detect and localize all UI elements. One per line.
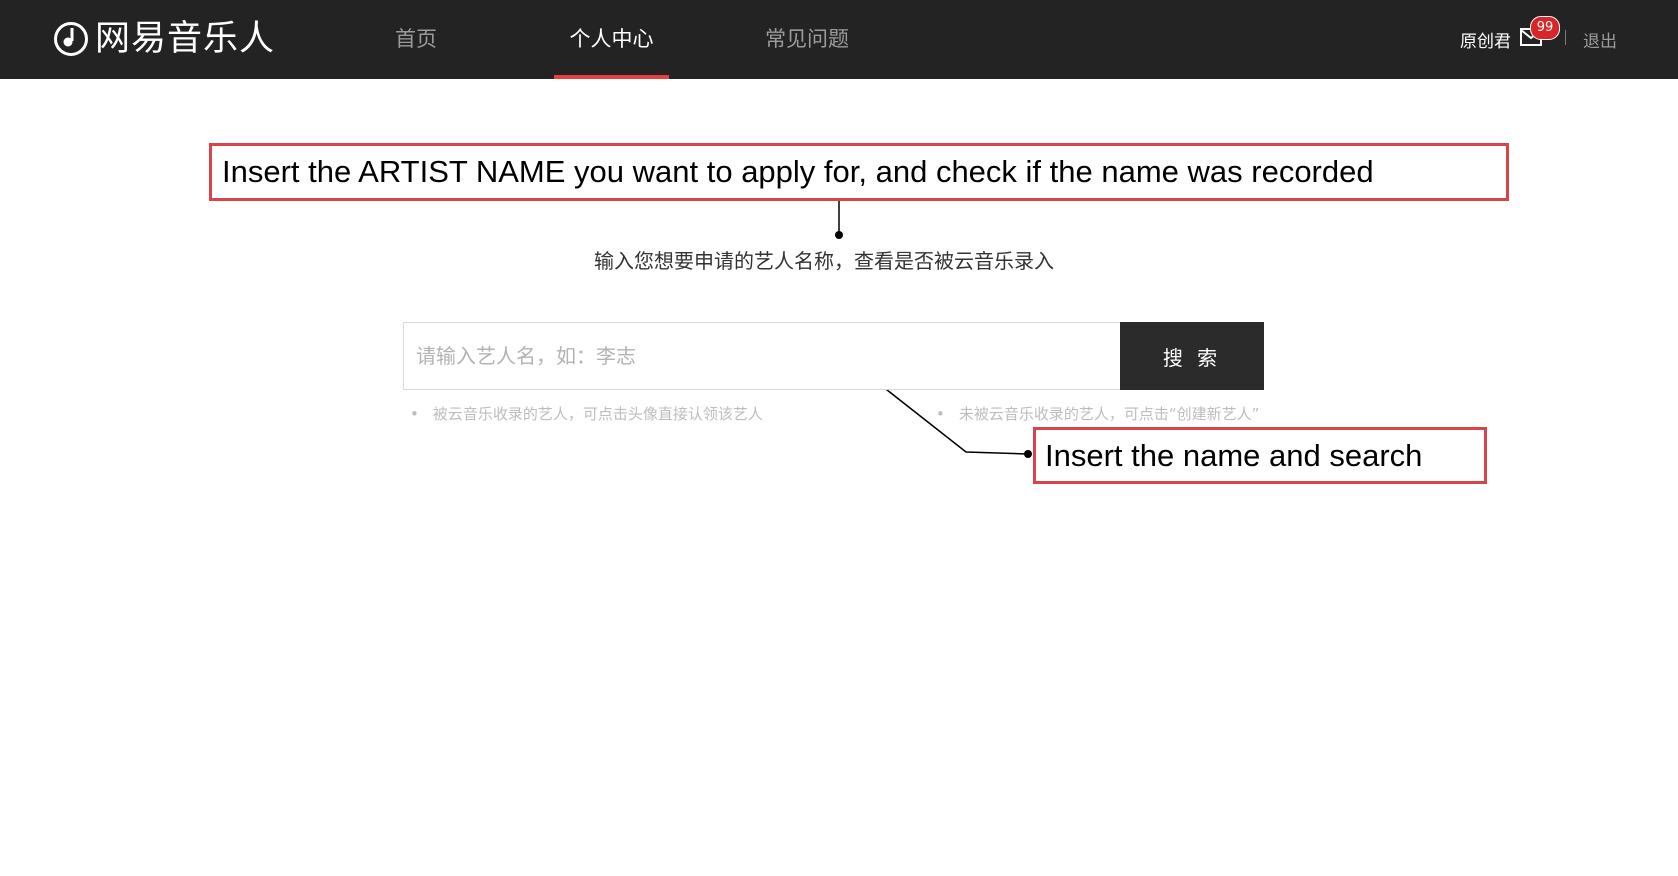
search-callout-connector-dot (1024, 450, 1032, 458)
hint-bullet: • (410, 405, 419, 423)
top-callout-connector-dot (835, 231, 843, 239)
lead-text: 输入您想要申请的艺人名称，查看是否被云音乐录入 (594, 249, 1054, 273)
search-callout-text: Insert the name and search (1045, 438, 1423, 473)
search-button[interactable]: 搜 索 (1120, 322, 1264, 390)
search-callout: Insert the name and search (1033, 427, 1487, 484)
artist-search-input[interactable] (403, 322, 1121, 390)
hint-new-text: 未被云音乐收录的艺人，可点击“创建新艺人” (958, 405, 1260, 423)
hint-new-artist: • 未被云音乐收录的艺人，可点击“创建新艺人” (936, 403, 1259, 424)
hint-claimed-text: 被云音乐收录的艺人，可点击头像直接认领该艺人 (432, 405, 763, 423)
hint-bullet: • (936, 405, 945, 423)
hint-claimed-artists: • 被云音乐收录的艺人，可点击头像直接认领该艺人 (410, 403, 763, 424)
